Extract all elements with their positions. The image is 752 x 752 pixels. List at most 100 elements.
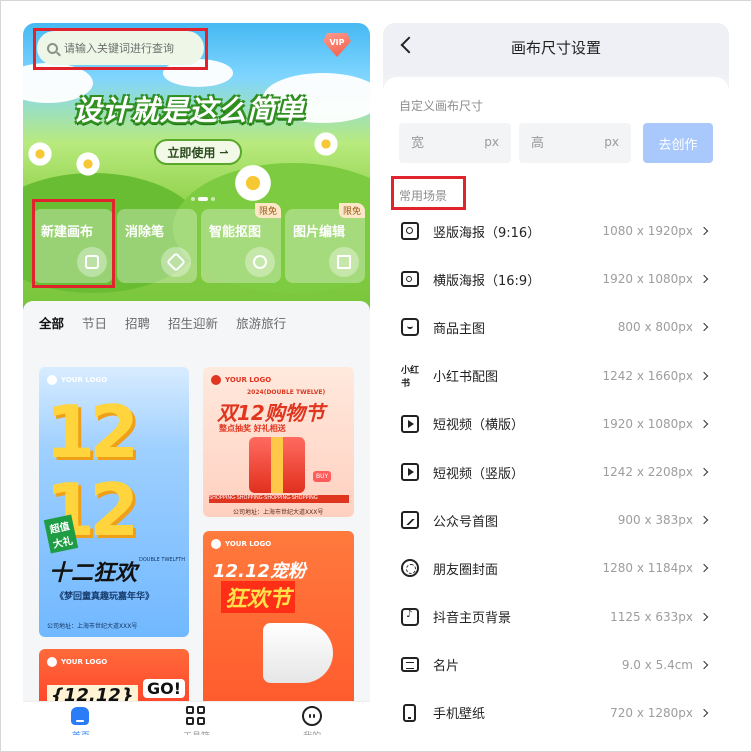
scene-size: 9.0 x 5.4cm — [621, 657, 693, 672]
search-input[interactable] — [64, 41, 194, 55]
tab-home[interactable]: 首页 — [51, 706, 111, 735]
chevron-right-icon — [699, 708, 709, 718]
home-icon — [70, 707, 89, 725]
tab-label: 工具箱 — [183, 729, 210, 735]
category-tab-travel[interactable]: 旅游旅行 — [236, 313, 286, 332]
tool-cutout[interactable]: 限免 智能抠图 — [201, 203, 281, 283]
scene-row[interactable]: 抖音主页背景 1125 x 633px — [383, 593, 729, 641]
tool-label: 图片编辑 — [293, 225, 346, 240]
scene-size: 720 x 1280px — [610, 705, 693, 720]
tool-label: 消除笔 — [125, 225, 165, 240]
scene-name: 短视频（竖版） — [433, 466, 525, 482]
scene-name: 朋友圈封面 — [433, 562, 499, 578]
category-tab-enrollment[interactable]: 招生迎新 — [168, 313, 218, 332]
card-logo: YOUR LOGO — [211, 539, 271, 549]
chevron-right-icon — [699, 275, 709, 284]
phone-icon — [403, 703, 416, 722]
scene-row[interactable]: 商品主图 800 x 800px — [383, 303, 729, 351]
scene-row[interactable]: 手机壁纸 720 x 1280px — [383, 689, 729, 735]
card-logo: YOUR LOGO — [47, 375, 107, 385]
category-tab-all[interactable]: 全部 — [39, 313, 64, 332]
daisy — [75, 151, 101, 177]
card-title-2: 狂欢节 — [221, 581, 296, 613]
scene-name: 小红书配图 — [433, 370, 499, 386]
buy-tag: BUY — [313, 471, 332, 482]
settings-sheet: 自定义画布尺寸 px px 去创作 常用场景 竖版海报（9:16） 1080 x … — [383, 77, 729, 735]
use-now-button[interactable]: 立即使用 ⇀ — [154, 139, 242, 165]
scene-row[interactable]: 短视频（横版） 1920 x 1080px — [383, 400, 729, 448]
card-subtitle: 整点抽奖 好礼相送 — [219, 424, 286, 433]
scene-row[interactable]: 横版海报（16:9） 1920 x 1080px — [383, 255, 729, 303]
card-logo: YOUR LOGO — [211, 375, 271, 385]
chevron-right-icon — [699, 660, 709, 670]
width-field[interactable]: px — [399, 123, 511, 163]
tab-toolbox[interactable]: 工具箱 — [166, 706, 226, 735]
scene-row[interactable]: 短视频（竖版） 1242 x 2208px — [383, 448, 729, 496]
scene-row[interactable]: 朋友圈封面 1280 x 1184px — [383, 544, 729, 592]
scene-row[interactable]: 竖版海报（9:16） 1080 x 1920px — [383, 207, 729, 255]
tool-eraser[interactable]: 消除笔 — [117, 209, 197, 283]
category-tab-recruit[interactable]: 招聘 — [125, 313, 150, 332]
product-icon — [401, 318, 419, 337]
scene-name: 横版海报（16:9） — [433, 273, 541, 289]
free-tag: 限免 — [254, 203, 281, 218]
scene-size: 1280 x 1184px — [602, 561, 693, 576]
chevron-right-icon — [699, 612, 709, 621]
scene-size: 1920 x 1080px — [602, 272, 693, 287]
scene-size: 800 x 800px — [617, 320, 693, 335]
height-field[interactable]: px — [519, 123, 631, 163]
tool-image-edit[interactable]: 限免 图片编辑 — [285, 203, 365, 283]
create-button[interactable]: 去创作 — [643, 123, 713, 163]
card-subtitle: 《梦回童真趣玩嘉年华》 — [55, 592, 155, 602]
category-tab-festival[interactable]: 节日 — [82, 313, 107, 332]
chevron-right-icon — [699, 371, 709, 380]
card-logo: YOUR LOGO — [47, 657, 107, 667]
scene-size: 1242 x 1660px — [602, 368, 693, 383]
free-tag: 限免 — [338, 203, 365, 218]
xiaohongshu-icon: 小红书 — [401, 365, 420, 389]
scene-row[interactable]: 名片 9.0 x 5.4cm — [383, 641, 729, 689]
bottom-tab-bar: 首页 工具箱 我的 — [23, 701, 370, 735]
profile-icon — [302, 706, 323, 726]
scene-list: 竖版海报（9:16） 1080 x 1920px 横版海报（16:9） 1920 x … — [383, 207, 729, 735]
height-input[interactable] — [531, 123, 595, 163]
canvas-size-screen: 画布尺寸设置 自定义画布尺寸 px px 去创作 常用场景 竖版海报（9:16）… — [383, 23, 729, 735]
scene-row[interactable]: 小红书 小红书配图 1242 x 1660px — [383, 352, 729, 400]
carousel-indicator — [191, 197, 215, 201]
scene-size: 1242 x 2208px — [602, 465, 693, 480]
eraser-icon — [161, 247, 191, 277]
daisy — [27, 141, 53, 167]
template-card[interactable]: YOUR LOGO 2024(DOUBLE TWELVE) 双12购物节 整点抽… — [203, 367, 354, 517]
card-address: 公司地址：上海市世纪大道XXX号 — [47, 623, 138, 630]
category-tabs: 全部 节日 招聘 招生迎新 旅游旅行 — [39, 313, 304, 332]
gift-box-illustration — [249, 437, 305, 493]
scene-name: 商品主图 — [433, 321, 486, 337]
card-english: DOUBLE TWELFTH — [139, 557, 185, 563]
template-card[interactable]: YOUR LOGO 12 12 超值 大礼 DOUBLE TWELFTH 十二狂… — [39, 367, 189, 637]
vip-badge[interactable]: VIP — [323, 33, 351, 57]
grid-icon — [186, 706, 206, 725]
tab-label: 首页 — [72, 729, 90, 735]
template-card[interactable]: YOUR LOGO 12.12宠粉 狂欢节 — [203, 531, 354, 711]
scene-name: 竖版海报（9:16） — [433, 225, 541, 241]
tab-profile[interactable]: 我的 — [282, 706, 342, 735]
card-strip: SHOPPING·SHOPPING·SHOPPING·SHOPPING — [209, 495, 349, 503]
chevron-right-icon — [699, 515, 709, 525]
card-title: 双12购物节 — [217, 401, 325, 425]
scene-row[interactable]: 公众号首图 900 x 383px — [383, 496, 729, 544]
width-input[interactable] — [411, 123, 475, 163]
search-bar[interactable] — [37, 31, 204, 65]
cutout-icon — [245, 247, 275, 277]
scene-size: 1125 x 633px — [610, 609, 693, 624]
unit-label: px — [484, 135, 499, 149]
hero-banner[interactable]: VIP 设计就是这么简单 立即使用 ⇀ 新建画布 消除笔 限免 智能 — [23, 23, 370, 323]
business-card-icon — [401, 657, 419, 673]
page-title: 画布尺寸设置 — [510, 39, 601, 57]
scene-size: 900 x 383px — [617, 513, 693, 528]
vip-label: VIP — [329, 37, 345, 47]
tool-label: 智能抠图 — [209, 225, 262, 240]
unit-label: px — [604, 135, 619, 149]
home-screen: VIP 设计就是这么简单 立即使用 ⇀ 新建画布 消除笔 限免 智能 — [23, 23, 370, 735]
screenshot-frame: VIP 设计就是这么简单 立即使用 ⇀ 新建画布 消除笔 限免 智能 — [0, 0, 752, 752]
tool-new-canvas[interactable]: 新建画布 — [33, 209, 113, 283]
